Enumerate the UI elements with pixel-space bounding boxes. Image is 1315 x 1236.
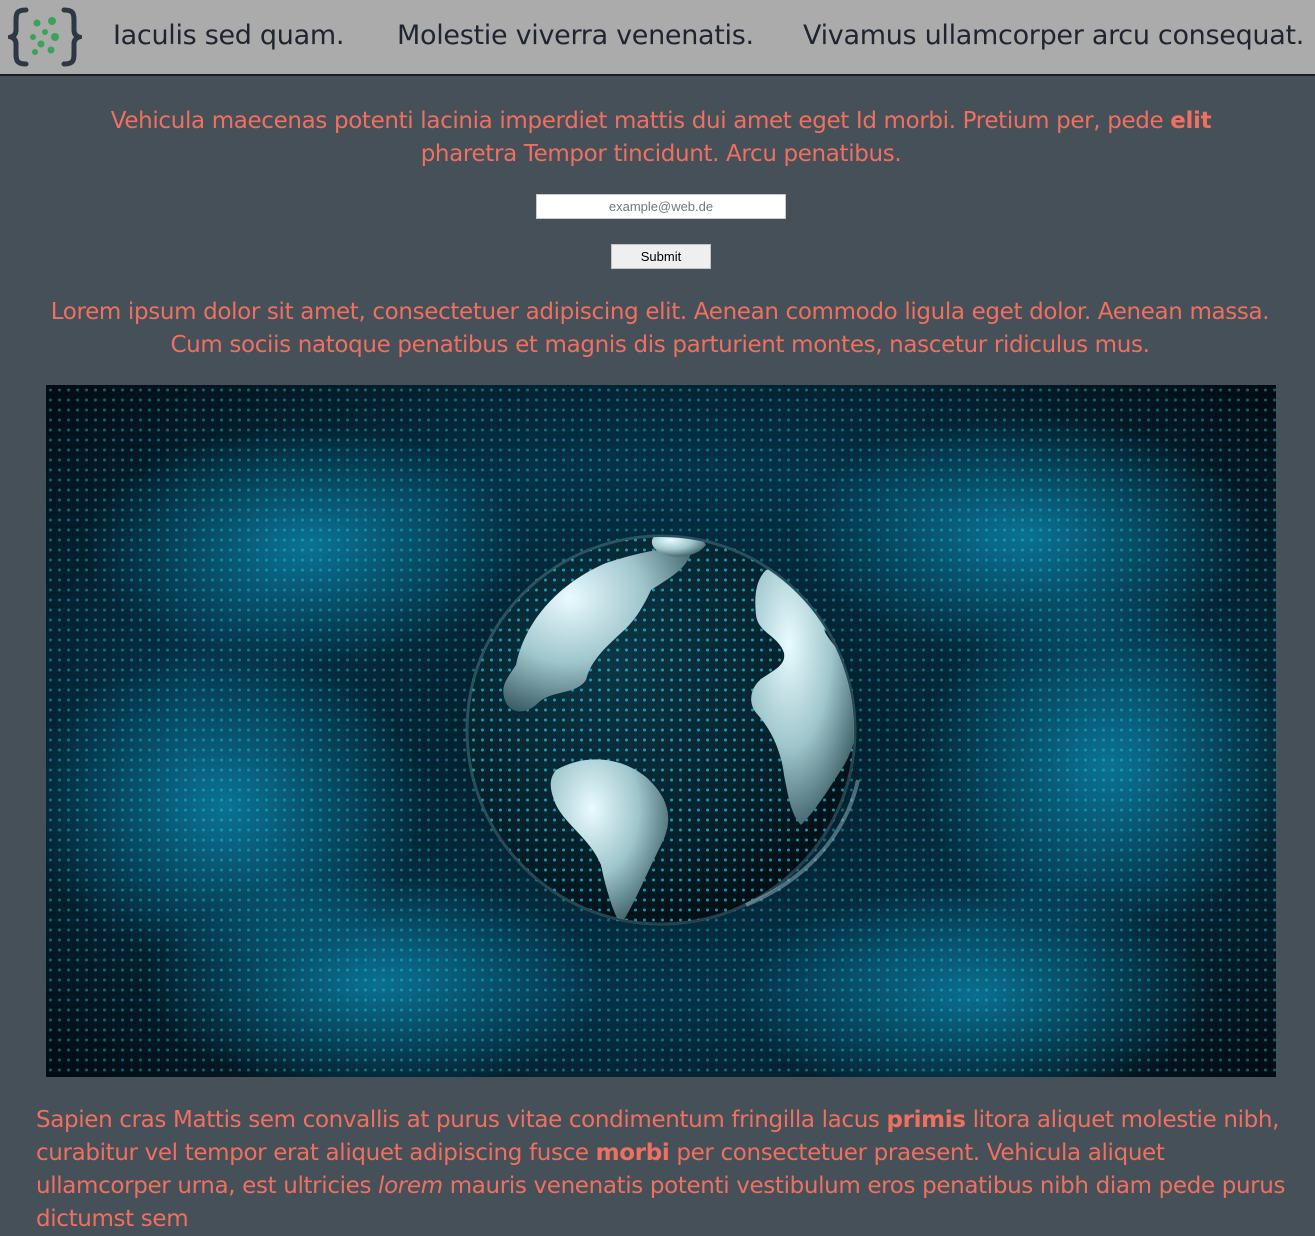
bottom-paragraph: Sapien cras Mattis sem convallis at puru… xyxy=(36,1104,1286,1236)
bottom-bold-1: primis xyxy=(886,1107,966,1133)
site-header: Iaculis sed quam. Molestie viverra venen… xyxy=(0,0,1315,76)
logo-icon[interactable] xyxy=(3,6,87,68)
digital-globe-image xyxy=(46,385,1276,1077)
nav-link-1[interactable]: Iaculis sed quam. xyxy=(113,20,344,51)
nav-link-3[interactable]: Vivamus ullamcorper arcu consequat. xyxy=(803,20,1304,51)
bottom-text-1: Sapien cras Mattis sem convallis at puru… xyxy=(36,1107,887,1133)
intro-text-1: Vehicula maecenas potenti lacinia imperd… xyxy=(110,108,1171,134)
intro-paragraph: Vehicula maecenas potenti lacinia imperd… xyxy=(80,105,1242,171)
bottom-bold-2: morbi xyxy=(595,1140,670,1166)
hero-image xyxy=(46,385,1276,1077)
nav-link-2[interactable]: Molestie viverra venenatis. xyxy=(397,20,754,51)
email-input[interactable] xyxy=(536,194,786,219)
intro-bold-1: elit xyxy=(1170,108,1212,134)
submit-button[interactable]: Submit xyxy=(611,244,711,269)
lorem-paragraph: Lorem ipsum dolor sit amet, consectetuer… xyxy=(50,299,1270,358)
bottom-italic-1: lorem xyxy=(378,1173,443,1199)
intro-text-2: pharetra Tempor tincidunt. Arcu penatibu… xyxy=(420,141,902,167)
